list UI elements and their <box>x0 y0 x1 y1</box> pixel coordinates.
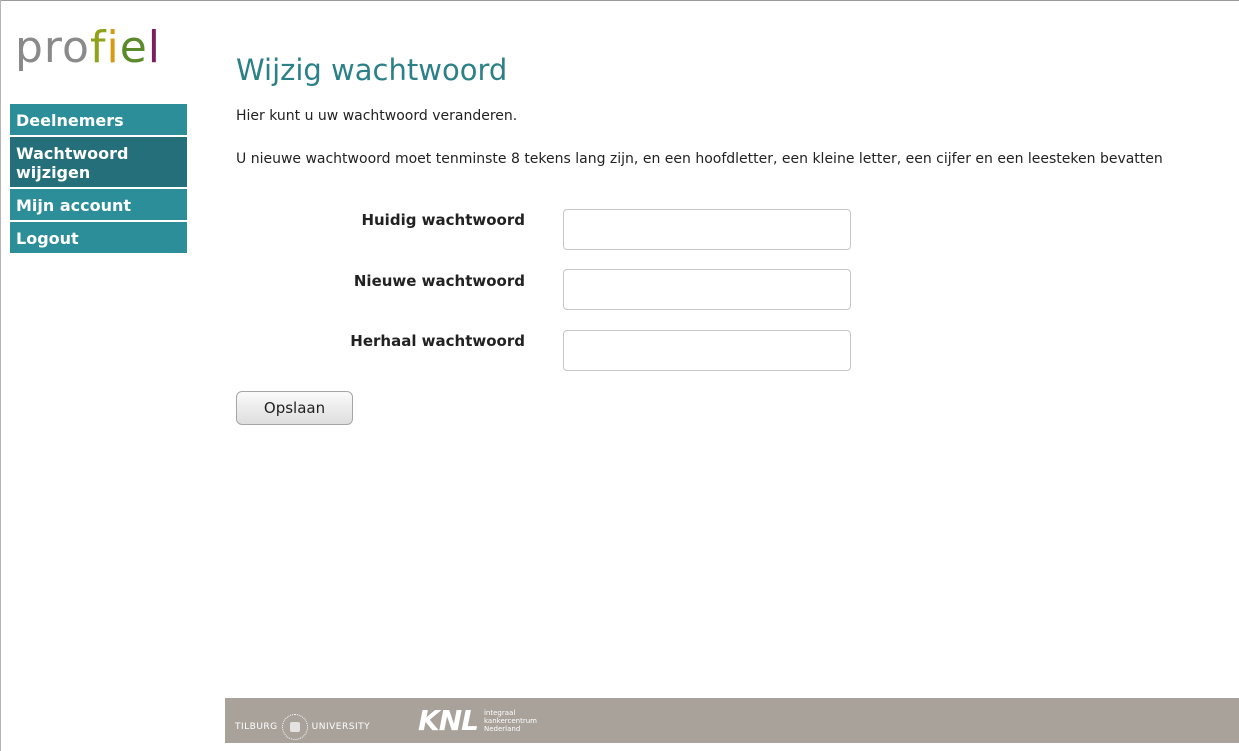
top-border <box>0 0 1239 1</box>
current-password-input[interactable] <box>563 209 851 250</box>
intro-text: Hier kunt u uw wachtwoord veranderen. <box>236 108 518 124</box>
tilburg-seal-icon <box>281 714 308 740</box>
left-border <box>0 0 1 751</box>
profiel-logo: profiel <box>15 22 162 73</box>
footer: Tilburg University KNL integraal kankerc… <box>225 698 1239 743</box>
sidebar-item-mijn-account[interactable]: Mijn account <box>10 189 187 220</box>
knl-mark: KNL <box>418 704 479 737</box>
new-password-input[interactable] <box>563 269 851 310</box>
repeat-password-label: Herhaal wachtwoord <box>350 332 525 350</box>
sidebar-item-deelnemers[interactable]: Deelnemers <box>10 104 187 135</box>
tilburg-university-logo[interactable]: Tilburg University <box>235 714 370 740</box>
knl-subtitle: integraal kankercentrum Nederland <box>483 708 537 733</box>
current-password-label: Huidig wachtwoord <box>361 211 525 229</box>
new-password-label: Nieuwe wachtwoord <box>353 272 525 290</box>
sidebar-item-wachtwoord-wijzigen[interactable]: Wachtwoord wijzigen <box>10 137 187 187</box>
password-requirement-text: U nieuwe wachtwoord moet tenminste 8 tek… <box>236 151 1163 167</box>
university-text: University <box>311 722 371 732</box>
knl-logo[interactable]: KNL integraal kankercentrum Nederland <box>418 704 537 737</box>
repeat-password-input[interactable] <box>563 330 851 371</box>
page-title: Wijzig wachtwoord <box>236 53 508 87</box>
tilburg-text: Tilburg <box>235 722 278 732</box>
save-button[interactable]: Opslaan <box>236 391 353 425</box>
sidebar: Deelnemers Wachtwoord wijzigen Mijn acco… <box>10 104 187 255</box>
sidebar-item-logout[interactable]: Logout <box>10 222 187 253</box>
